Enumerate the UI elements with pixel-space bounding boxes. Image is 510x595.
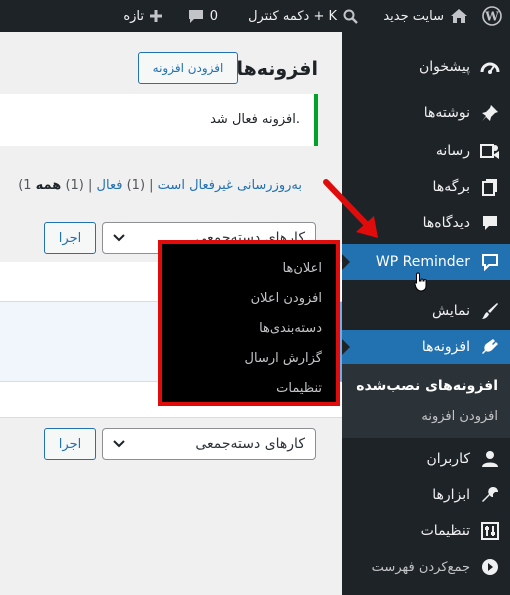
- sliders-icon: [480, 521, 500, 541]
- filter-all[interactable]: همه: [36, 178, 62, 193]
- home-icon: [450, 8, 468, 24]
- menu-collapse[interactable]: جمع‌کردن فهرست: [342, 550, 510, 584]
- svg-text:W: W: [484, 10, 499, 24]
- page-title: افزونه‌ها: [236, 58, 318, 80]
- menu-plugins-label: افزونه‌ها: [421, 339, 470, 355]
- plus-icon: [150, 10, 162, 22]
- command-label: دکمه کنترل + K: [248, 8, 337, 24]
- menu-media-label: رسانه: [435, 143, 470, 159]
- submenu-add-plugin[interactable]: افزودن افزونه: [342, 401, 510, 431]
- success-notice: افزونه فعال شد.: [0, 94, 318, 146]
- menu-dashboard-label: پیشخوان: [418, 59, 470, 75]
- user-icon: [480, 449, 500, 469]
- menu-posts-label: نوشته‌ها: [423, 105, 470, 121]
- flyout-pointer: [342, 254, 350, 270]
- flyout-item-send-log[interactable]: گزارش ارسال: [162, 343, 336, 373]
- admin-sidebar: پیشخوان نوشته‌ها رسانه برگه‌ها دیدگاه‌ها…: [342, 32, 510, 595]
- menu-tools[interactable]: ابزارها: [342, 478, 510, 512]
- plugins-submenu: افزونه‌های نصب‌شده افزودن افزونه: [342, 364, 510, 438]
- plugin-status-filters: (1 به‌روزرسانی غیرفعال است | (1) فعال | …: [18, 178, 302, 193]
- comment-bubble-icon: [188, 9, 204, 24]
- flyout-item-notifications[interactable]: اعلان‌ها: [162, 253, 336, 283]
- flyout-item-add-notification[interactable]: افزودن اعلان: [162, 283, 336, 313]
- menu-wp-reminder-label: WP Reminder: [375, 254, 470, 270]
- flyout-list: اعلان‌ها افزودن اعلان دسته‌بندی‌ها گزارش…: [162, 244, 336, 403]
- comments-count: 0: [209, 8, 218, 24]
- filter-all-count: (1): [65, 178, 84, 193]
- filter-auto-update-disabled[interactable]: به‌روزرسانی غیرفعال است: [158, 178, 302, 193]
- menu-settings[interactable]: تنظیمات: [342, 514, 510, 548]
- menu-users-label: کاربران: [426, 451, 470, 467]
- menu-comments-label: دیدگاه‌ها: [422, 215, 470, 231]
- wp-logo-icon[interactable]: W: [482, 0, 502, 32]
- bulk-actions-label-bottom: کارهای دسته‌جمعی: [195, 436, 305, 452]
- wrench-icon: [480, 485, 500, 505]
- menu-plugins[interactable]: افزونه‌ها: [342, 330, 510, 364]
- annotation-arrow-icon: [323, 179, 378, 238]
- menu-settings-label: تنظیمات: [420, 523, 470, 539]
- chevron-down-icon: [113, 440, 125, 448]
- media-icon: [480, 141, 500, 161]
- menu-tools-label: ابزارها: [432, 487, 470, 503]
- menu-media[interactable]: رسانه: [342, 134, 510, 168]
- add-plugin-button[interactable]: افزودن افزونه: [138, 52, 238, 84]
- menu-pages-label: برگه‌ها: [432, 179, 470, 195]
- site-name-label: سایت جدید: [383, 8, 444, 24]
- menu-appearance[interactable]: نمایش: [342, 294, 510, 328]
- brush-icon: [480, 301, 500, 321]
- comments-link[interactable]: 0: [188, 0, 218, 32]
- hand-cursor-icon: [414, 272, 428, 292]
- chevron-down-icon: [113, 234, 125, 242]
- menu-collapse-label: جمع‌کردن فهرست: [371, 559, 470, 575]
- comment-outline-icon: [480, 252, 500, 272]
- plugins-current-pointer: [342, 339, 350, 355]
- collapse-arrow-icon: [480, 557, 500, 577]
- apply-button-bottom[interactable]: اجرا: [44, 428, 96, 460]
- pages-icon: [480, 177, 500, 197]
- filter-active[interactable]: فعال: [97, 178, 123, 193]
- dashboard-gauge-icon: [480, 57, 500, 77]
- menu-dashboard[interactable]: پیشخوان: [342, 50, 510, 84]
- notice-text: افزونه فعال شد.: [210, 112, 300, 127]
- wp-reminder-flyout-menu: اعلان‌ها افزودن اعلان دسته‌بندی‌ها گزارش…: [158, 240, 340, 406]
- search-icon: [343, 9, 358, 24]
- site-name-link[interactable]: سایت جدید: [383, 0, 468, 32]
- filter-separator: |: [83, 178, 93, 193]
- filter-active-count: (1): [126, 178, 146, 193]
- menu-appearance-label: نمایش: [431, 303, 470, 319]
- menu-posts[interactable]: نوشته‌ها: [342, 96, 510, 130]
- pin-icon: [480, 103, 500, 123]
- plugin-plug-icon: [480, 337, 500, 357]
- new-label: تازه: [123, 8, 144, 24]
- flyout-item-categories[interactable]: دسته‌بندی‌ها: [162, 313, 336, 343]
- apply-button-top[interactable]: اجرا: [44, 222, 96, 254]
- menu-users[interactable]: کاربران: [342, 442, 510, 476]
- command-palette-link[interactable]: دکمه کنترل + K: [248, 0, 358, 32]
- new-content-link[interactable]: تازه: [123, 0, 162, 32]
- filter-auto-update-count: (1: [18, 178, 32, 193]
- bulk-actions-select-bottom[interactable]: کارهای دسته‌جمعی: [102, 428, 316, 460]
- filter-separator: |: [145, 178, 154, 193]
- flyout-item-settings[interactable]: تنظیمات: [162, 373, 336, 403]
- admin-bar: W سایت جدید دکمه کنترل + K 0 تازه: [0, 0, 510, 32]
- submenu-installed-plugins[interactable]: افزونه‌های نصب‌شده: [342, 371, 510, 401]
- comment-icon: [480, 213, 500, 233]
